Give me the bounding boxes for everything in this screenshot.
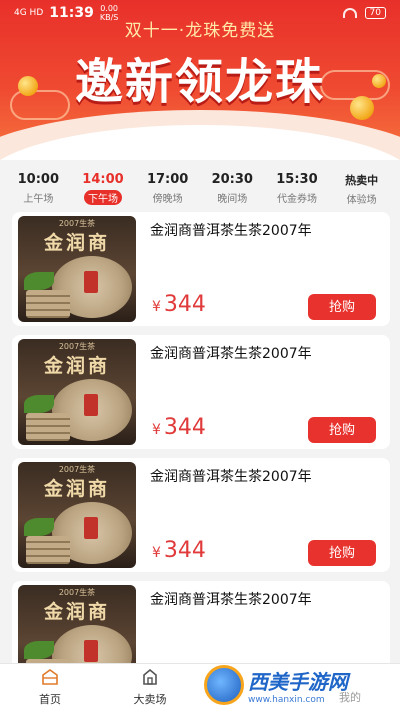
tab-session-5[interactable]: 15:30 代金券场 bbox=[267, 172, 327, 212]
promo-banner[interactable]: 4G HD 11:39 0.00 KB/S 70 双十一·龙珠免费送 邀新领龙珠 bbox=[0, 0, 400, 160]
watermark-url: www.hanxin.com bbox=[248, 694, 325, 705]
image-brand-text: 金润商 bbox=[43, 478, 110, 500]
tab-time: 热卖中 bbox=[345, 174, 379, 187]
tea-leaf bbox=[24, 395, 54, 413]
product-image[interactable]: 2007生茶 金润商 bbox=[18, 462, 136, 568]
tab-session-1[interactable]: 10:00 上午场 bbox=[8, 172, 68, 212]
tab-label: 体验场 bbox=[346, 195, 377, 206]
image-brand-text: 金润商 bbox=[43, 232, 110, 254]
tab-time: 14:00 bbox=[82, 172, 124, 187]
image-brand-text: 金润商 bbox=[43, 601, 110, 623]
tab-session-4[interactable]: 20:30 晚间场 bbox=[202, 172, 262, 212]
tab-label: 傍晚场 bbox=[152, 194, 183, 205]
tab-session-2[interactable]: 14:00 下午场 bbox=[73, 172, 133, 212]
tea-leaf bbox=[24, 518, 54, 536]
tea-leaf bbox=[24, 272, 54, 290]
image-brand-text: 金润商 bbox=[43, 355, 110, 377]
site-watermark: 西美手游网 www.hanxin.com bbox=[204, 663, 394, 707]
banner-title: 邀新领龙珠 bbox=[74, 54, 325, 110]
tab-time: 15:30 bbox=[276, 172, 318, 187]
product-name[interactable]: 金润商普洱茶生茶2007年 bbox=[150, 220, 312, 240]
session-tabs: 10:00 上午场 14:00 下午场 17:00 傍晚场 20:30 晚间场 … bbox=[0, 172, 400, 212]
tea-leaf bbox=[24, 641, 54, 659]
product-card[interactable]: 2007生茶 金润商 金润商普洱茶生茶2007年 ¥344 抢购 bbox=[12, 212, 390, 326]
product-image[interactable]: 2007生茶 金润商 bbox=[18, 216, 136, 322]
product-image[interactable]: 2007生茶 金润商 bbox=[18, 339, 136, 445]
tab-time: 20:30 bbox=[211, 172, 253, 187]
banner-subtitle: 双十一·龙珠免费送 bbox=[124, 21, 276, 41]
seal-stamp bbox=[84, 394, 98, 416]
tab-time: 10:00 bbox=[17, 172, 60, 187]
tab-session-6[interactable]: 热卖中 体验场 bbox=[332, 172, 392, 212]
product-price: ¥344 bbox=[152, 415, 206, 440]
tab-session-3[interactable]: 17:00 傍晚场 bbox=[138, 172, 198, 212]
bottom-nav: 首页 大卖场 我的 西美手游网 www.hanxin.com bbox=[0, 663, 400, 711]
product-name[interactable]: 金润商普洱茶生茶2007年 bbox=[150, 466, 312, 486]
gamepad-logo-icon bbox=[204, 665, 244, 705]
tea-stack bbox=[26, 413, 70, 441]
tea-stack bbox=[26, 290, 70, 318]
product-name[interactable]: 金润商普洱茶生茶2007年 bbox=[150, 343, 312, 363]
nav-home[interactable]: 首页 bbox=[0, 664, 100, 711]
seal-stamp bbox=[84, 271, 98, 293]
tea-stack bbox=[26, 536, 70, 564]
home-icon bbox=[42, 669, 58, 685]
buy-button[interactable]: 抢购 bbox=[308, 417, 376, 443]
product-price: ¥344 bbox=[152, 292, 206, 317]
seal-stamp bbox=[84, 640, 98, 662]
store-icon bbox=[143, 669, 157, 685]
tab-label: 晚间场 bbox=[217, 194, 248, 205]
tab-time: 17:00 bbox=[146, 172, 189, 187]
tab-label: 下午场 bbox=[83, 190, 122, 205]
product-price: ¥344 bbox=[152, 538, 206, 563]
watermark-text: 西美手游网 bbox=[248, 669, 348, 694]
product-list: 2007生茶 金润商 金润商普洱茶生茶2007年 ¥344 抢购 2007生茶 … bbox=[12, 212, 390, 704]
buy-button[interactable]: 抢购 bbox=[308, 540, 376, 566]
product-card[interactable]: 2007生茶 金润商 金润商普洱茶生茶2007年 ¥344 抢购 bbox=[12, 458, 390, 572]
seal-stamp bbox=[84, 517, 98, 539]
product-card[interactable]: 2007生茶 金润商 金润商普洱茶生茶2007年 ¥344 抢购 bbox=[12, 335, 390, 449]
product-name[interactable]: 金润商普洱茶生茶2007年 bbox=[150, 589, 312, 609]
tab-label: 上午场 bbox=[23, 194, 54, 205]
nav-store[interactable]: 大卖场 bbox=[100, 664, 200, 711]
tab-label: 代金券场 bbox=[276, 194, 317, 205]
buy-button[interactable]: 抢购 bbox=[308, 294, 376, 320]
